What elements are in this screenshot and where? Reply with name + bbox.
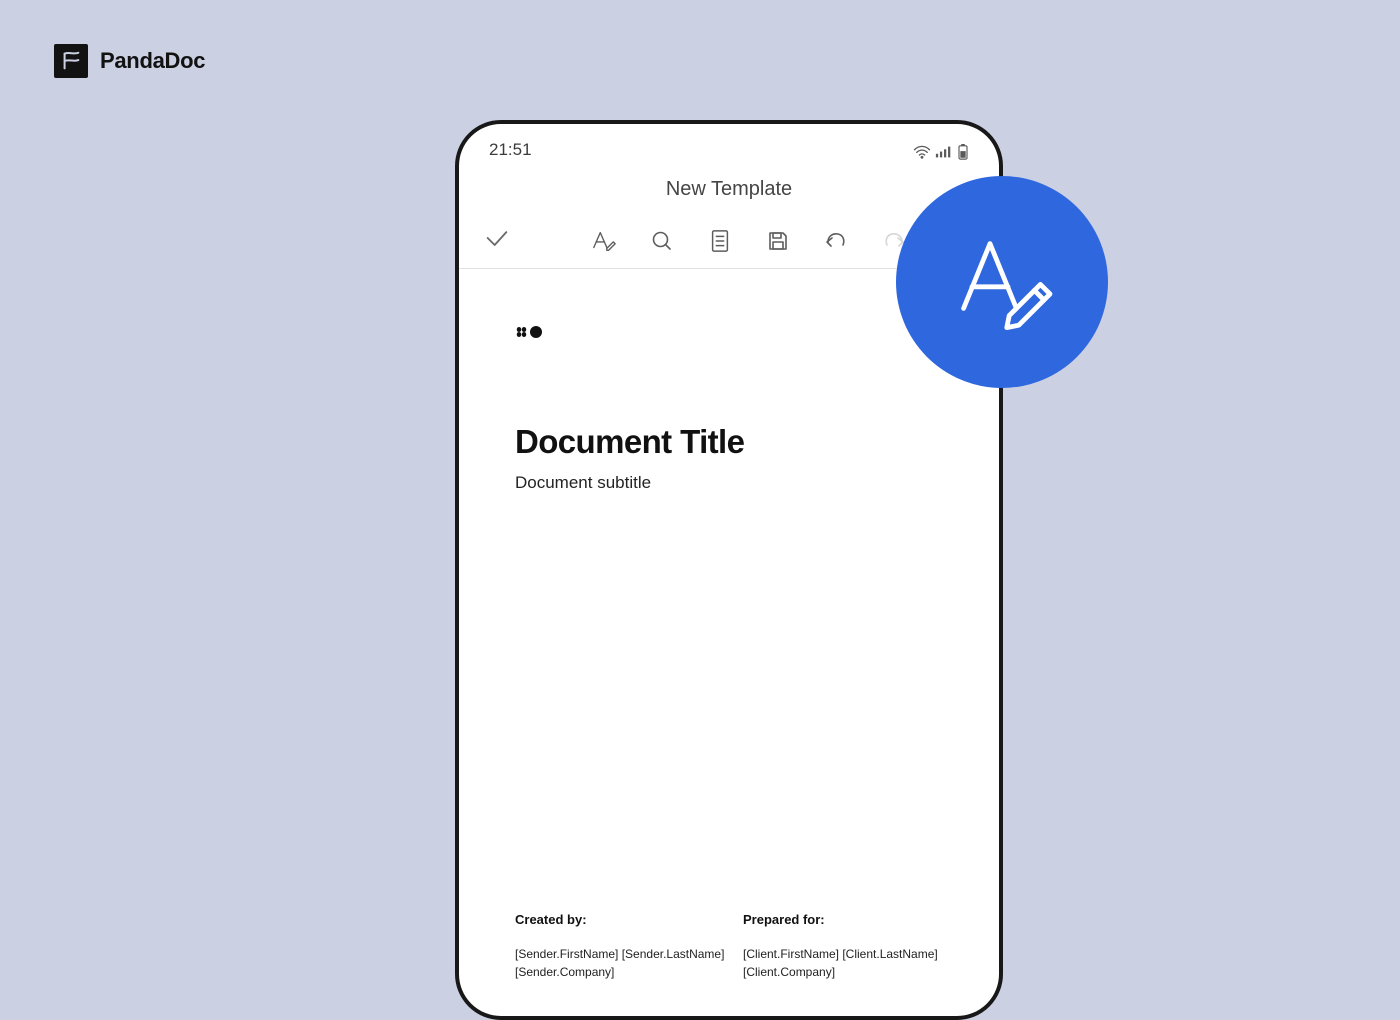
- wifi-icon: [913, 145, 931, 159]
- created-by-label: Created by:: [515, 912, 731, 927]
- brand-logo: PandaDoc: [54, 44, 205, 78]
- document-title[interactable]: Document Title: [515, 423, 943, 461]
- search-button[interactable]: [647, 226, 677, 256]
- save-button[interactable]: [763, 226, 793, 256]
- undo-button[interactable]: [821, 226, 851, 256]
- done-button[interactable]: [477, 218, 517, 263]
- status-icons: [913, 144, 969, 160]
- created-by-block: Created by: [Sender.FirstName] [Sender.L…: [515, 912, 731, 981]
- status-time: 21:51: [489, 140, 532, 160]
- document-logo-icon: [515, 325, 943, 341]
- brand-mark-icon: [54, 44, 88, 78]
- battery-icon: [957, 144, 969, 160]
- document-button[interactable]: [705, 226, 735, 256]
- brand-name: PandaDoc: [100, 48, 205, 74]
- document-footer: Created by: [Sender.FirstName] [Sender.L…: [515, 912, 959, 981]
- document-subtitle[interactable]: Document subtitle: [515, 473, 943, 493]
- signal-icon: [935, 145, 953, 159]
- prepared-for-block: Prepared for: [Client.FirstName] [Client…: [743, 912, 959, 981]
- sender-company-token[interactable]: [Sender.Company]: [515, 963, 731, 981]
- prepared-for-label: Prepared for:: [743, 912, 959, 927]
- sender-name-token[interactable]: [Sender.FirstName] [Sender.LastName]: [515, 945, 731, 963]
- client-company-token[interactable]: [Client.Company]: [743, 963, 959, 981]
- text-edit-highlight-icon: [896, 176, 1108, 388]
- status-bar: 21:51: [459, 124, 999, 160]
- document-canvas[interactable]: Document Title Document subtitle Created…: [459, 269, 999, 1009]
- page-title: New Template: [459, 160, 999, 213]
- client-name-token[interactable]: [Client.FirstName] [Client.LastName]: [743, 945, 959, 963]
- text-style-button[interactable]: [589, 226, 619, 256]
